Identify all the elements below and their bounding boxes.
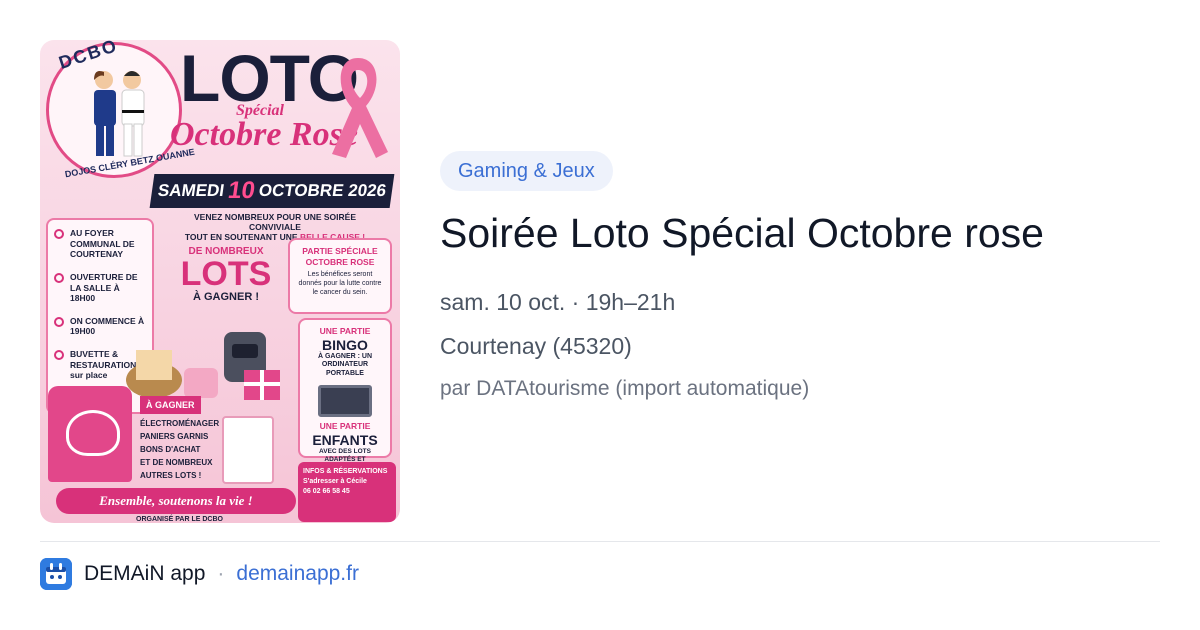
footer-separator: · [217, 562, 225, 585]
tshirt-icon [48, 386, 132, 482]
category-badge[interactable]: Gaming & Jeux [440, 151, 613, 191]
footer-divider [40, 541, 1160, 542]
demain-app-icon [40, 558, 72, 590]
poster-bingo-box: UNE PARTIE BINGO À GAGNER : UN ORDINATEU… [298, 318, 392, 471]
clock-icon [54, 272, 64, 283]
event-location: Courtenay (45320) [440, 333, 632, 359]
event-datetime: sam. 10 oct. · 19h–21h [440, 289, 676, 315]
poster-infos-reservations: INFOS & RÉSERVATIONS S'adresser à Cécile… [298, 462, 396, 522]
donation-box-icon [222, 416, 274, 484]
poster-lots: DE NOMBREUX LOTS À GAGNER ! [180, 246, 272, 303]
laptop-icon [318, 384, 372, 417]
drink-icon [54, 350, 64, 360]
event-title[interactable]: Soirée Loto Spécial Octobre rose [440, 210, 1044, 257]
clock-icon [54, 316, 64, 327]
pink-ribbon-icon [332, 58, 388, 158]
prizes-illustration-icon [126, 332, 280, 400]
poster-a-gagner-list: À GAGNER ÉLECTROMÉNAGER PANIERS GARNIS B… [140, 396, 220, 482]
domain-link[interactable]: demainapp.fr [236, 562, 359, 586]
poster-partie-speciale: PARTIE SPÉCIALE OCTOBRE ROSE Les bénéfic… [288, 238, 392, 314]
event-card[interactable]: DCBO DOJOS CLÉRY BETZ OUANNE LOTO Spécia… [0, 0, 1200, 630]
poster-date-band: SAMEDI 10 OCTOBRE 2026 [149, 174, 395, 208]
event-poster-image[interactable]: DCBO DOJOS CLÉRY BETZ OUANNE LOTO Spécia… [40, 40, 400, 523]
app-footer: DEMAiN app · demainapp.fr [40, 558, 359, 590]
poster-slogan: Ensemble, soutenons la vie ! [56, 488, 296, 514]
judokas-illustration-icon [94, 71, 145, 157]
event-source: par DATAtourisme (import automatique) [440, 377, 810, 400]
location-pin-icon [54, 229, 64, 239]
app-name[interactable]: DEMAiN app [84, 562, 205, 586]
poster-organizer: ORGANISÉ PAR LE DCBO [136, 516, 223, 523]
